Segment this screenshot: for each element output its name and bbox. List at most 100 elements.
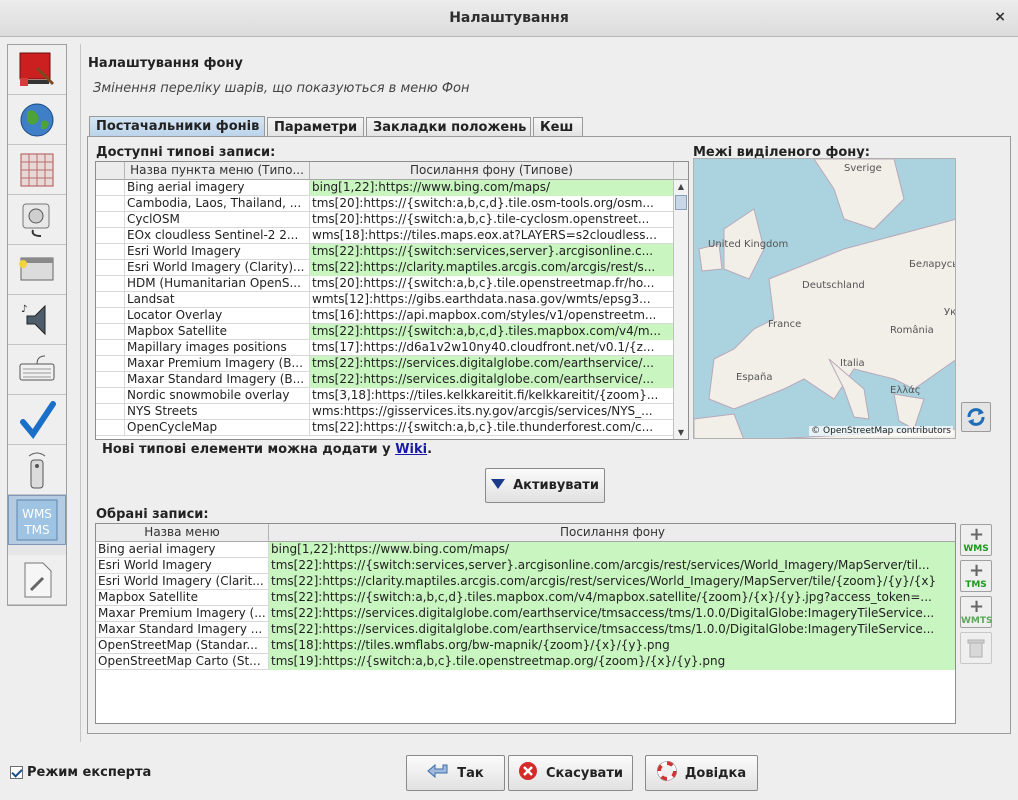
provider-url-cell[interactable]: tms[22]:https://services.digitalglobe.co… — [310, 356, 674, 372]
provider-name-cell[interactable]: Maxar Premium Imagery (B... — [125, 356, 310, 372]
row-mark-cell[interactable] — [96, 404, 125, 420]
background-url-cell[interactable]: bing[1,22]:https://www.bing.com/maps/ — [269, 542, 955, 558]
sidebar-item-connection[interactable] — [8, 195, 66, 245]
row-mark-cell[interactable] — [96, 260, 125, 276]
menu-name-cell[interactable]: Maxar Standard Imagery ... — [96, 622, 269, 638]
scroll-up-icon[interactable]: ▲ — [676, 182, 686, 192]
provider-url-cell[interactable]: tms[22]:https://{switch:a,b,c}.tile.thun… — [310, 420, 674, 436]
provider-name-cell[interactable]: Landsat — [125, 292, 310, 308]
expert-mode-checkbox[interactable] — [10, 766, 23, 779]
tab-providers[interactable]: Постачальники фонів — [89, 116, 265, 138]
table-row[interactable]: Esri World Imagery tms[22]:https://{switc… — [96, 558, 955, 574]
sidebar-item-map[interactable] — [8, 95, 66, 145]
table-row[interactable]: Maxar Premium Imagery (... tms[22]:https:… — [96, 606, 955, 622]
column-header-mark[interactable] — [96, 162, 125, 180]
provider-url-cell[interactable]: tms[17]:https://d6a1v2w10ny40.cloudfront… — [310, 340, 674, 356]
add-wmts-button[interactable]: + WMTS — [960, 596, 993, 628]
table-row[interactable]: OpenStreetMap Carto (St... tms[19]:https:… — [96, 654, 955, 670]
background-url-cell[interactable]: tms[22]:https://services.digitalglobe.co… — [269, 606, 955, 622]
provider-url-cell[interactable]: wms:https://gisservices.its.ny.gov/arcgi… — [310, 404, 674, 420]
delete-entry-button[interactable] — [960, 632, 992, 664]
table-row[interactable]: Bing aerial imagery bing[1,22]:https://ww… — [96, 542, 955, 558]
provider-url-cell[interactable]: tms[22]:https://clarity.maptiles.arcgis.… — [310, 260, 674, 276]
table-row[interactable]: NYS Streets wms:https://gisservices.its.n… — [96, 404, 674, 420]
table-row[interactable]: Esri World Imagery (Clarity)... tms[22]:h… — [96, 260, 674, 276]
sidebar-item-keyboard[interactable] — [8, 345, 66, 395]
table-row[interactable]: HDM (Humanitarian OpenS... tms[20]:https:… — [96, 276, 674, 292]
table-row[interactable]: Cambodia, Laos, Thailand, ... tms[20]:htt… — [96, 196, 674, 212]
scroll-down-icon[interactable]: ▼ — [676, 428, 686, 438]
table-row[interactable]: Nordic snowmobile overlay tms[3,18]:https… — [96, 388, 674, 404]
provider-name-cell[interactable]: OpenCycleMap — [125, 420, 310, 436]
row-mark-cell[interactable] — [96, 388, 125, 404]
provider-name-cell[interactable]: Maxar Standard Imagery (B... — [125, 372, 310, 388]
bounds-map[interactable]: Sverige United Kingdom Беларусь Deutschl… — [693, 158, 956, 439]
add-tms-button[interactable]: + TMS — [960, 560, 992, 592]
row-mark-cell[interactable] — [96, 196, 125, 212]
provider-url-cell[interactable]: wms[18]:https://tiles.maps.eox.at?LAYERS… — [310, 228, 674, 244]
refresh-button[interactable] — [961, 402, 991, 432]
provider-url-cell[interactable]: wmts[12]:https://gibs.earthdata.nasa.gov… — [310, 292, 674, 308]
table-row[interactable]: Mapillary images positions tms[17]:https:… — [96, 340, 674, 356]
menu-name-cell[interactable]: Esri World Imagery (Clarit... — [96, 574, 269, 590]
activate-button[interactable]: Активувати — [485, 468, 605, 503]
wiki-link[interactable]: Wiki — [395, 442, 427, 457]
provider-name-cell[interactable]: Nordic snowmobile overlay — [125, 388, 310, 404]
available-scrollbar[interactable]: ▲ ▼ — [673, 180, 688, 439]
sidebar-item-display[interactable] — [8, 45, 66, 95]
available-entries-table[interactable]: Назва пункта меню (Типо... Посилання фон… — [95, 161, 689, 440]
tab-bookmarks[interactable]: Закладки положень — [366, 117, 531, 138]
column-header-background-url[interactable]: Посилання фону — [269, 524, 955, 542]
ok-button[interactable]: Так — [406, 755, 505, 791]
menu-name-cell[interactable]: Esri World Imagery — [96, 558, 269, 574]
tab-parameters[interactable]: Параметри — [267, 117, 364, 138]
provider-url-cell[interactable]: tms[22]:https://services.digitalglobe.co… — [310, 372, 674, 388]
provider-name-cell[interactable]: Esri World Imagery (Clarity)... — [125, 260, 310, 276]
tab-cache[interactable]: Кеш — [533, 117, 583, 138]
provider-url-cell[interactable]: tms[3,18]:https://tiles.kelkkareitit.fi/… — [310, 388, 674, 404]
menu-name-cell[interactable]: Maxar Premium Imagery (... — [96, 606, 269, 622]
table-row[interactable]: Maxar Standard Imagery ... tms[22]:https:… — [96, 622, 955, 638]
provider-url-cell[interactable]: tms[22]:https://{switch:a,b,c,d}.tiles.m… — [310, 324, 674, 340]
row-mark-cell[interactable] — [96, 356, 125, 372]
sidebar-item-advanced[interactable] — [8, 555, 66, 605]
row-mark-cell[interactable] — [96, 324, 125, 340]
background-url-cell[interactable]: tms[19]:https://{switch:a,b,c}.tile.open… — [269, 654, 955, 670]
provider-name-cell[interactable]: Cambodia, Laos, Thailand, ... — [125, 196, 310, 212]
row-mark-cell[interactable] — [96, 276, 125, 292]
provider-url-cell[interactable]: tms[20]:https://{switch:a,b,c}.tile.open… — [310, 276, 674, 292]
provider-name-cell[interactable]: CyclOSM — [125, 212, 310, 228]
provider-url-cell[interactable]: tms[16]:https://api.mapbox.com/styles/v1… — [310, 308, 674, 324]
provider-name-cell[interactable]: Esri World Imagery — [125, 244, 310, 260]
menu-name-cell[interactable]: OpenStreetMap Carto (St... — [96, 654, 269, 670]
row-mark-cell[interactable] — [96, 228, 125, 244]
menu-name-cell[interactable]: OpenStreetMap (Standar... — [96, 638, 269, 654]
provider-name-cell[interactable]: Locator Overlay — [125, 308, 310, 324]
table-row[interactable]: Landsat wmts[12]:https://gibs.earthdata.n… — [96, 292, 674, 308]
column-header-url[interactable]: Посилання фону (Типове) — [310, 162, 674, 180]
row-mark-cell[interactable] — [96, 340, 125, 356]
sidebar-item-remote[interactable] — [8, 445, 66, 495]
provider-name-cell[interactable]: EOx cloudless Sentinel-2 2... — [125, 228, 310, 244]
background-url-cell[interactable]: tms[22]:https://clarity.maptiles.arcgis.… — [269, 574, 955, 590]
sidebar-item-imagery[interactable]: WMS TMS — [8, 495, 66, 545]
row-mark-cell[interactable] — [96, 308, 125, 324]
menu-name-cell[interactable]: Bing aerial imagery — [96, 542, 269, 558]
cancel-button[interactable]: Скасувати — [508, 755, 633, 791]
provider-url-cell[interactable]: tms[22]:https://{switch:services,server}… — [310, 244, 674, 260]
row-mark-cell[interactable] — [96, 292, 125, 308]
table-row[interactable]: OpenCycleMap tms[22]:https://{switch:a,b,… — [96, 420, 674, 436]
background-url-cell[interactable]: tms[22]:https://{switch:a,b,c,d}.tiles.m… — [269, 590, 955, 606]
table-row[interactable]: Locator Overlay tms[16]:https://api.mapbo… — [96, 308, 674, 324]
provider-name-cell[interactable]: Mapbox Satellite — [125, 324, 310, 340]
column-header-name[interactable]: Назва пункта меню (Типо... — [125, 162, 310, 180]
sidebar-item-projection[interactable] — [8, 145, 66, 195]
scroll-thumb[interactable] — [675, 195, 687, 210]
table-row[interactable]: Mapbox Satellite tms[22]:https://{switch:… — [96, 590, 955, 606]
help-button[interactable]: Довідка — [645, 755, 758, 791]
provider-url-cell[interactable]: tms[20]:https://{switch:a,b,c}.tile-cycl… — [310, 212, 674, 228]
provider-url-cell[interactable]: tms[20]:https://{switch:a,b,c,d}.tile.os… — [310, 196, 674, 212]
provider-name-cell[interactable]: HDM (Humanitarian OpenS... — [125, 276, 310, 292]
row-mark-cell[interactable] — [96, 244, 125, 260]
column-header-menu-name[interactable]: Назва меню — [96, 524, 269, 542]
